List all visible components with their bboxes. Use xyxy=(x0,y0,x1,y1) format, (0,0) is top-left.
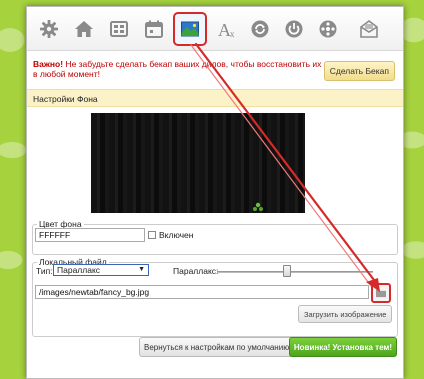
font-icon: A x xyxy=(218,20,235,39)
dropdown-arrow-icon: ▼ xyxy=(138,266,145,273)
file-path-input[interactable]: /images/newtab/fancy_bg.jpg xyxy=(35,285,369,299)
browse-folder-button[interactable] xyxy=(371,283,391,303)
color-enabled-checkbox[interactable] xyxy=(148,231,156,239)
gallery-icon xyxy=(319,20,337,38)
parallax-slider-track[interactable] xyxy=(217,271,373,273)
font-button[interactable]: A x xyxy=(214,17,238,41)
mail-button[interactable] xyxy=(357,17,381,41)
upload-image-button[interactable]: Загрузить изображение xyxy=(298,305,393,323)
dials-icon xyxy=(110,21,128,37)
backup-button[interactable]: Сделать Бекап xyxy=(323,61,395,81)
dials-button[interactable] xyxy=(107,17,131,41)
reset-defaults-button[interactable]: Вернуться к настройкам по умолчанию xyxy=(139,337,295,357)
calendar-icon xyxy=(145,20,163,38)
power-button[interactable] xyxy=(282,17,306,41)
background-settings-button[interactable] xyxy=(173,12,207,46)
power-icon xyxy=(285,20,303,38)
calendar-button[interactable] xyxy=(142,17,166,41)
settings-button[interactable] xyxy=(37,17,61,41)
mail-icon xyxy=(360,20,378,38)
toolbar: A x xyxy=(27,7,403,51)
parallax-label: Параллакс: xyxy=(173,266,219,276)
gear-icon xyxy=(40,20,58,38)
home-icon xyxy=(75,21,93,37)
settings-window: A x Важно! Не забудьте сделать бекап ваш… xyxy=(26,6,404,379)
sync-icon xyxy=(251,20,269,38)
background-color-input[interactable]: FFFFFF xyxy=(35,228,145,242)
folder-icon xyxy=(376,289,386,298)
section-title: Настройки Фона xyxy=(27,89,403,107)
notice-prefix: Важно! xyxy=(33,59,64,69)
notice-text: Не забудьте сделать бекап ваших дилов, ч… xyxy=(33,59,322,79)
type-label: Тип: xyxy=(36,266,53,276)
color-enabled-label: Включен xyxy=(159,230,194,240)
sync-button[interactable] xyxy=(248,17,272,41)
type-select-value: Параллакс xyxy=(57,265,101,275)
backup-notice: Важно! Не забудьте сделать бекап ваших д… xyxy=(33,59,323,79)
image-icon xyxy=(181,21,199,37)
sprig-icon xyxy=(253,202,263,211)
gallery-button[interactable] xyxy=(316,17,340,41)
background-preview xyxy=(91,113,305,213)
parallax-slider-knob[interactable] xyxy=(283,265,292,277)
new-themes-button[interactable]: Новинка! Установка тем! xyxy=(288,337,397,357)
svg-text:x: x xyxy=(230,29,235,39)
home-button[interactable] xyxy=(72,17,96,41)
type-select[interactable]: Параллакс ▼ xyxy=(53,264,149,276)
